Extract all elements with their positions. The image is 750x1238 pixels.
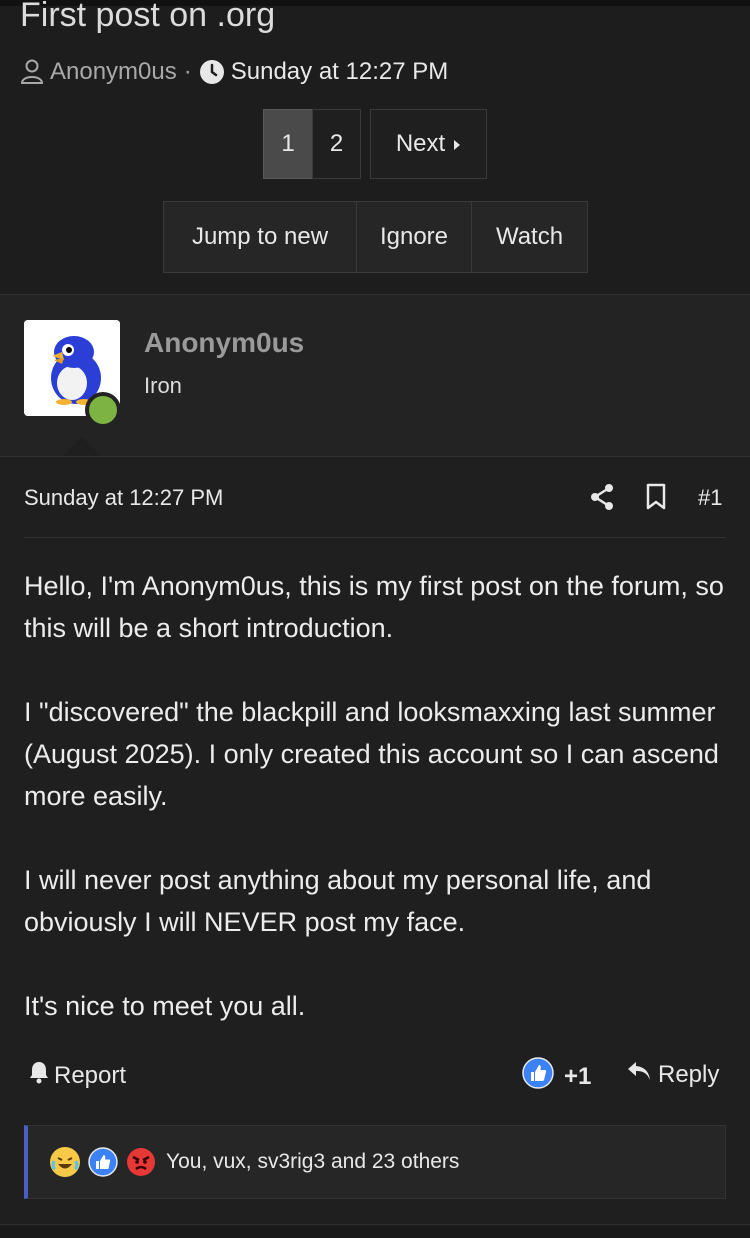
jump-to-new-button[interactable]: Jump to new: [164, 202, 357, 272]
thread-author-link[interactable]: Anonym0us: [50, 58, 177, 86]
online-status-indicator: [85, 392, 121, 428]
username-link[interactable]: Anonym0us: [144, 327, 304, 359]
thread-actions: Jump to new Ignore Watch: [163, 201, 588, 273]
post-body: Hello, I'm Anonym0us, this is my first p…: [24, 565, 726, 1069]
watch-button[interactable]: Watch: [472, 202, 587, 272]
page-1-button[interactable]: 1: [263, 109, 313, 179]
reply-label: Reply: [658, 1060, 720, 1088]
page-2-button[interactable]: 2: [312, 109, 361, 179]
user-title: Iron: [144, 373, 182, 398]
bell-icon: [28, 1060, 50, 1091]
reactions-summary-text: You, vux, sv3rig3 and 23 others: [166, 1150, 460, 1173]
post-number-link[interactable]: #1: [698, 485, 722, 511]
ignore-button[interactable]: Ignore: [357, 202, 472, 272]
caret-right-icon: [453, 130, 461, 158]
post-paragraph: Hello, I'm Anonym0us, this is my first p…: [24, 571, 724, 643]
clock-icon: [199, 59, 225, 85]
post-paragraph: I will never post anything about my pers…: [24, 865, 652, 937]
post-paragraph: I "discovered" the blackpill and looksma…: [24, 697, 719, 811]
thumbs-up-icon: [522, 1057, 554, 1096]
like-reaction-button[interactable]: +1: [522, 1057, 591, 1096]
bookmark-icon[interactable]: [645, 483, 667, 516]
report-button[interactable]: Report: [28, 1060, 126, 1091]
speech-arrow: [62, 437, 102, 457]
share-icon[interactable]: [589, 483, 615, 516]
bottom-divider: [0, 1224, 750, 1238]
divider: [24, 537, 726, 538]
angry-face-icon: [126, 1147, 156, 1177]
thread-date-link[interactable]: Sunday at 12:27 PM: [231, 58, 448, 86]
post-paragraph: It's nice to meet you all.: [24, 991, 306, 1021]
next-page-button[interactable]: Next: [370, 109, 487, 179]
user-icon: [20, 59, 44, 85]
reply-arrow-icon: [626, 1060, 652, 1089]
reaction-count: +1: [564, 1062, 592, 1090]
reply-button[interactable]: Reply: [626, 1060, 719, 1089]
user-info-bar: Anonym0us Iron: [0, 294, 750, 457]
thread-meta: Anonym0us · Sunday at 12:27 PM: [20, 58, 448, 86]
next-label: Next: [395, 130, 446, 157]
post-date-link[interactable]: Sunday at 12:27 PM: [24, 485, 223, 511]
thread-title: First post on .org: [20, 0, 276, 34]
thumbs-up-icon: [88, 1147, 118, 1177]
laughing-crying-emoji-icon: [50, 1147, 80, 1177]
post: Sunday at 12:27 PM #1 Hello, I'm Anonym0…: [0, 456, 750, 1227]
report-label: Report: [54, 1061, 127, 1089]
meta-separator: ·: [183, 58, 192, 85]
reactions-summary[interactable]: You, vux, sv3rig3 and 23 others: [24, 1125, 726, 1199]
